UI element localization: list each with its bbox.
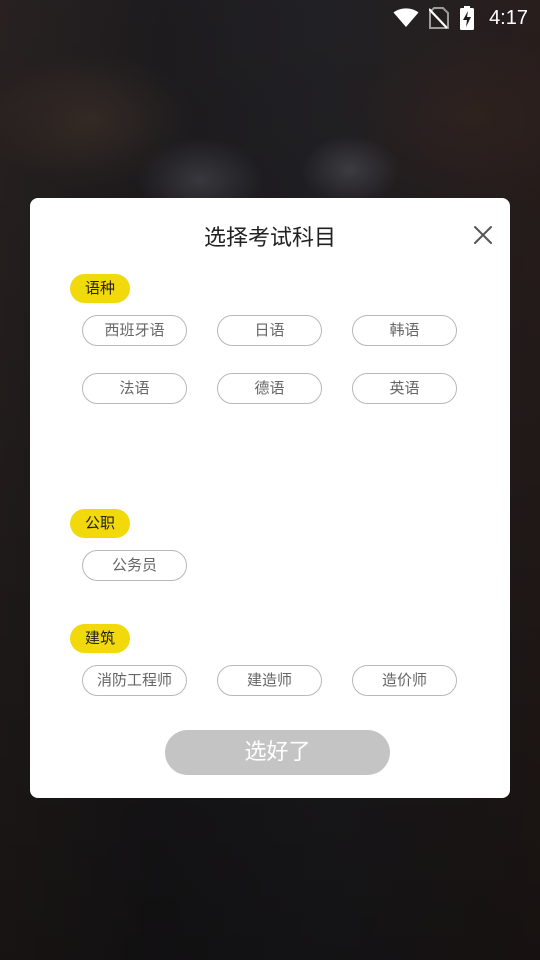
close-icon: [474, 226, 492, 244]
option-chip-cost-engineer[interactable]: 造价师: [352, 665, 457, 696]
exam-subject-dialog: 选择考试科目 语种 西班牙语 日语 韩语 法语 德语 英语 公职 公务员 建筑 …: [30, 198, 510, 798]
option-chip-english[interactable]: 英语: [352, 373, 457, 404]
no-sim-icon: [429, 7, 450, 29]
option-chip-constructor[interactable]: 建造师: [217, 665, 322, 696]
close-button[interactable]: [470, 222, 496, 248]
option-chip-french[interactable]: 法语: [82, 373, 187, 404]
battery-charging-icon: [459, 6, 475, 30]
option-chip-korean[interactable]: 韩语: [352, 315, 457, 346]
option-chip-japanese[interactable]: 日语: [217, 315, 322, 346]
status-time: 4:17: [489, 6, 528, 29]
section-tag-languages: 语种: [70, 274, 131, 303]
option-chip-civil-servant[interactable]: 公务员: [82, 550, 187, 581]
option-chip-fire-engineer[interactable]: 消防工程师: [82, 665, 187, 696]
option-chip-spanish[interactable]: 西班牙语: [82, 315, 187, 346]
confirm-button[interactable]: 选好了: [165, 730, 390, 775]
section-tag-public-service: 公职: [70, 509, 131, 538]
status-bar: 4:17: [0, 0, 540, 36]
wifi-icon: [393, 8, 419, 28]
dialog-title: 选择考试科目: [203, 226, 336, 251]
section-tag-construction: 建筑: [70, 624, 131, 653]
option-chip-german[interactable]: 德语: [217, 373, 322, 404]
